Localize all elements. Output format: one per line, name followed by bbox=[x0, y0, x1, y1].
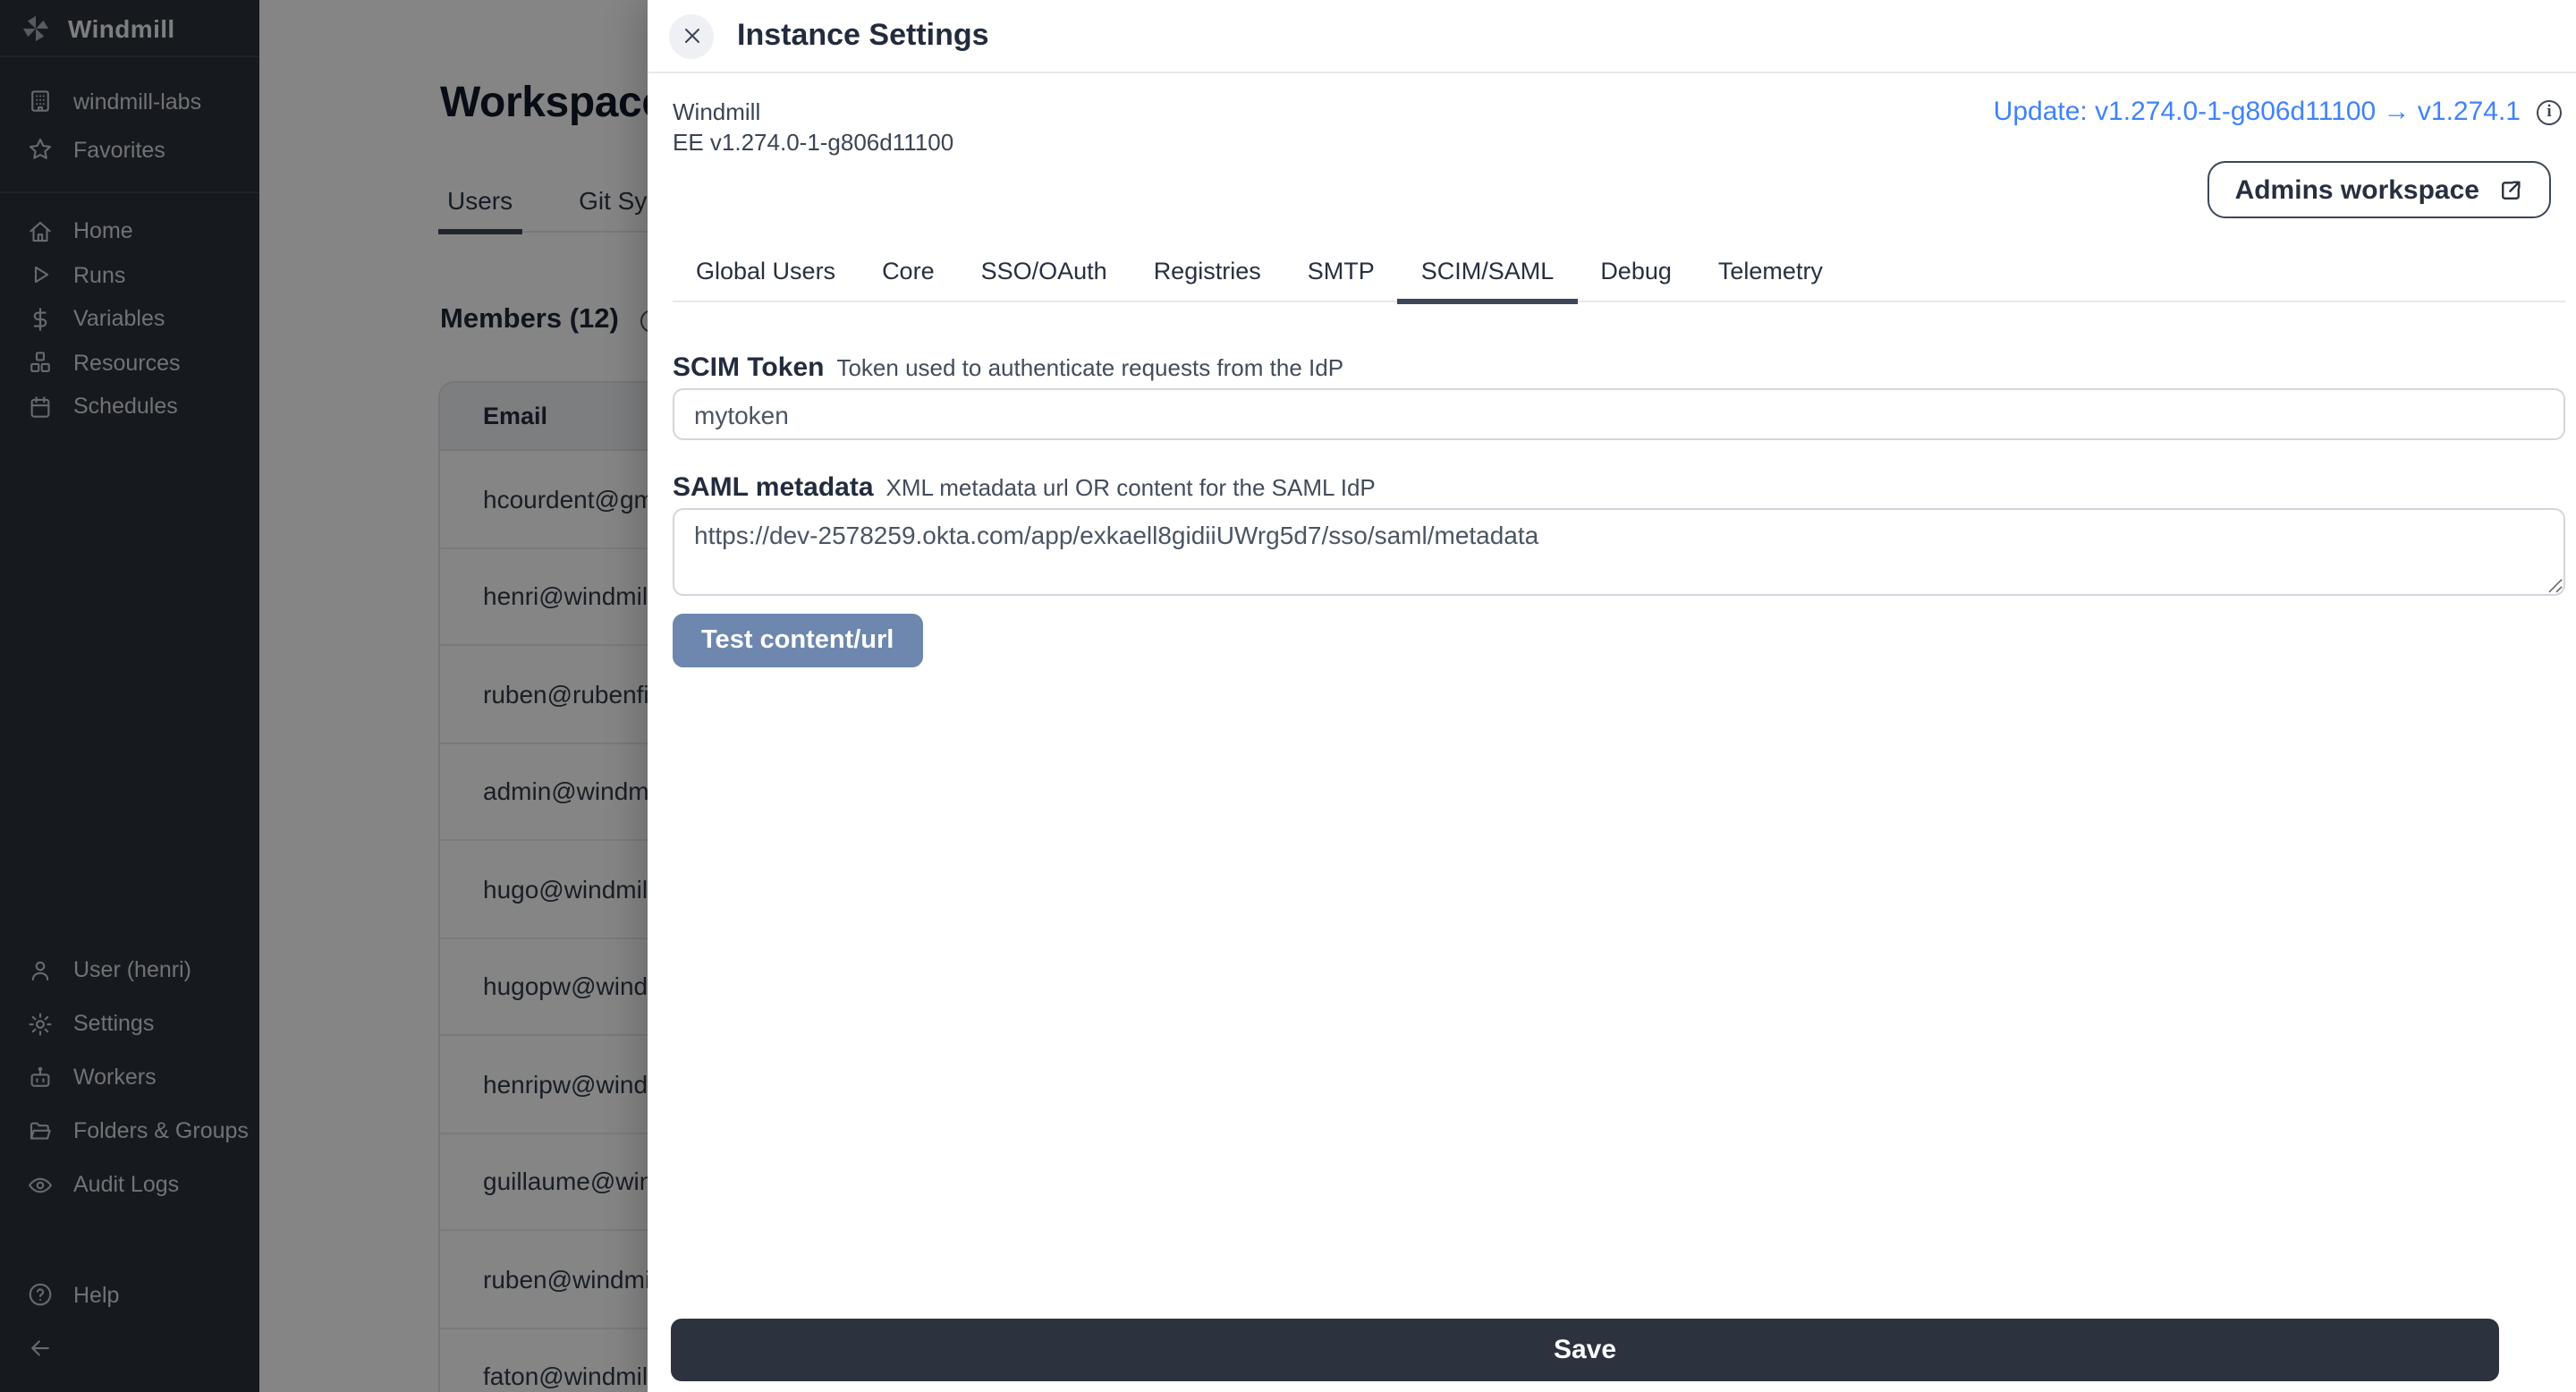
version-line: EE v1.274.0-1-g806d11100 bbox=[673, 128, 953, 157]
tab-smtp[interactable]: SMTP bbox=[1284, 247, 1398, 301]
drawer-title: Instance Settings bbox=[737, 18, 989, 54]
tab-global-users[interactable]: Global Users bbox=[673, 247, 859, 301]
drawer-body: Windmill EE v1.274.0-1-g806d11100 Update… bbox=[648, 73, 2576, 1392]
scim-token-description: Token used to authenticate requests from… bbox=[836, 354, 1343, 381]
saml-metadata-description: XML metadata url OR content for the SAML… bbox=[886, 474, 1376, 501]
tab-debug[interactable]: Debug bbox=[1577, 247, 1695, 301]
tab-telemetry[interactable]: Telemetry bbox=[1695, 247, 1846, 301]
scim-token-input[interactable] bbox=[673, 388, 2565, 440]
update-info-icon[interactable]: i bbox=[2537, 99, 2562, 124]
close-button[interactable] bbox=[669, 13, 714, 58]
drawer-header: Instance Settings bbox=[648, 0, 2576, 73]
settings-tabs: Global Users Core SSO/OAuth Registries S… bbox=[673, 247, 2565, 302]
external-link-icon bbox=[2497, 176, 2524, 203]
scim-token-label: SCIM Token bbox=[673, 352, 824, 383]
test-content-url-button[interactable]: Test content/url bbox=[673, 614, 922, 667]
app-root: Windmill windmill-labs Favorites bbox=[0, 0, 2576, 1392]
tab-sso-oauth[interactable]: SSO/OAuth bbox=[958, 247, 1131, 301]
close-icon bbox=[681, 25, 702, 47]
tab-scim-saml[interactable]: SCIM/SAML bbox=[1398, 247, 1578, 301]
version-block: Windmill EE v1.274.0-1-g806d11100 bbox=[673, 98, 953, 157]
saml-metadata-input[interactable] bbox=[673, 508, 2565, 596]
admins-workspace-label: Admins workspace bbox=[2235, 174, 2479, 205]
instance-settings-drawer: Instance Settings Windmill EE v1.274.0-1… bbox=[648, 0, 2576, 1392]
tab-core[interactable]: Core bbox=[859, 247, 958, 301]
tab-registries[interactable]: Registries bbox=[1131, 247, 1284, 301]
saml-metadata-label: SAML metadata bbox=[673, 472, 874, 503]
update-link[interactable]: Update: v1.274.0-1-g806d11100 → v1.274.1 bbox=[1994, 97, 2521, 127]
product-name: Windmill bbox=[673, 98, 953, 128]
save-button[interactable]: Save bbox=[671, 1318, 2499, 1380]
admins-workspace-button[interactable]: Admins workspace bbox=[2208, 161, 2551, 218]
